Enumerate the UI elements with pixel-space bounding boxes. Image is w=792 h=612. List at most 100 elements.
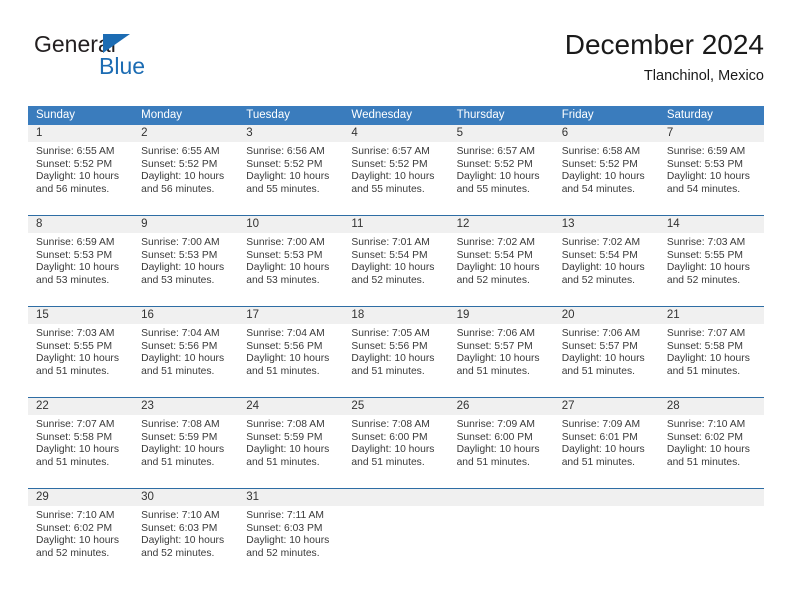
day-cell[interactable]: Sunrise: 6:59 AM Sunset: 5:53 PM Daylight:… [28,233,133,306]
day-cell[interactable]: Sunrise: 7:09 AM Sunset: 6:01 PM Daylight:… [554,415,659,488]
day-cell[interactable]: Sunrise: 7:10 AM Sunset: 6:02 PM Daylight:… [659,415,764,488]
logo-text-blue: Blue [99,53,146,79]
day-number[interactable]: 25 [343,398,448,415]
day-cell[interactable]: Sunrise: 7:11 AM Sunset: 6:03 PM Daylight:… [238,506,343,579]
day-daylight-text: and 55 minutes. [246,183,320,195]
day-number[interactable]: 5 [449,125,554,142]
day-number[interactable]: 7 [659,125,764,142]
day-number[interactable]: 17 [238,307,343,324]
day-number[interactable]: 24 [238,398,343,415]
day-cell[interactable]: Sunrise: 7:05 AM Sunset: 5:56 PM Daylight:… [343,324,448,397]
day-daylight-text: Daylight: 10 hours [561,444,645,456]
day-number[interactable]: 26 [449,398,554,415]
day-cell[interactable]: Sunrise: 7:02 AM Sunset: 5:54 PM Daylight:… [449,233,554,306]
weekday-header-wednesday: Wednesday [351,109,412,121]
day-daylight-text: Daylight: 10 hours [36,535,119,547]
day-number[interactable]: 18 [343,307,448,324]
day-cell[interactable]: Sunrise: 7:01 AM Sunset: 5:54 PM Daylight:… [343,233,448,306]
day-sunrise-text: Sunrise: 7:04 AM [246,328,325,339]
day-sunset-text: Sunset: 5:54 PM [351,249,428,261]
day-sunrise-text: Sunrise: 7:10 AM [36,510,115,521]
day-sunrise-text: Sunrise: 7:06 AM [561,328,641,339]
day-daylight-text: Daylight: 10 hours [561,262,645,274]
day-cell[interactable]: Sunrise: 7:08 AM Sunset: 5:59 PM Daylight:… [238,415,343,488]
day-daylight-text: Daylight: 10 hours [36,262,119,274]
day-sunrise-text: Sunrise: 6:56 AM [246,146,325,157]
day-daylight-text: Daylight: 10 hours [141,444,225,456]
day-daylight-text: Daylight: 10 hours [456,353,540,365]
day-number[interactable]: 16 [133,307,238,324]
general-blue-logo[interactable]: General Blue [34,32,254,92]
week-daynumber-row: 29 30 31 [28,488,764,506]
day-sunrise-text: Sunrise: 6:58 AM [561,146,641,157]
day-number[interactable]: 27 [554,398,659,415]
day-sunset-text: Sunset: 6:00 PM [456,431,533,443]
day-cell[interactable]: Sunrise: 7:07 AM Sunset: 5:58 PM Daylight:… [28,415,133,488]
day-cell[interactable]: Sunrise: 7:07 AM Sunset: 5:58 PM Daylight:… [659,324,764,397]
day-daylight-text: and 51 minutes. [666,456,741,468]
day-sunrise-text: Sunrise: 7:00 AM [141,237,220,248]
calendar-page: General Blue December 2024 Tlanchinol, M… [0,0,792,612]
day-number[interactable]: 30 [133,489,238,506]
day-daylight-text: Daylight: 10 hours [36,171,119,183]
day-cell[interactable]: Sunrise: 7:09 AM Sunset: 6:00 PM Daylight:… [449,415,554,488]
day-cell[interactable]: Sunrise: 7:00 AM Sunset: 5:53 PM Daylight:… [133,233,238,306]
day-number[interactable]: 29 [28,489,133,506]
day-cell[interactable]: Sunrise: 7:02 AM Sunset: 5:54 PM Daylight:… [554,233,659,306]
day-daylight-text: Daylight: 10 hours [351,444,435,456]
day-sunset-text: Sunset: 5:52 PM [141,158,218,170]
day-number[interactable]: 11 [343,216,448,233]
day-cell[interactable]: Sunrise: 7:00 AM Sunset: 5:53 PM Daylight:… [238,233,343,306]
day-number-empty [659,489,764,506]
day-sunrise-text: Sunrise: 7:07 AM [666,328,746,339]
day-cell[interactable]: Sunrise: 7:10 AM Sunset: 6:02 PM Daylight:… [28,506,133,579]
calendar-week-row: 8 9 10 11 12 13 14 Sunrise: 6:59 AM Sunset: 5:53… [28,215,764,306]
day-number[interactable]: 31 [238,489,343,506]
day-number[interactable]: 1 [28,125,133,142]
day-number[interactable]: 22 [28,398,133,415]
day-number[interactable]: 13 [554,216,659,233]
calendar-week-row: 29 30 31 Sunrise: 7:10 AM Sunset: 6:02 PM Day… [28,488,764,579]
week-detail-row: Sunrise: 7:07 AM Sunset: 5:58 PM Daylight:… [28,415,764,488]
weekday-header-thursday: Thursday [456,109,505,121]
day-number[interactable]: 8 [28,216,133,233]
day-number[interactable]: 20 [554,307,659,324]
day-cell[interactable]: Sunrise: 6:55 AM Sunset: 5:52 PM Daylight:… [133,142,238,215]
day-number[interactable]: 4 [343,125,448,142]
logo-triangle-icon [103,34,130,53]
day-cell[interactable]: Sunrise: 6:59 AM Sunset: 5:53 PM Daylight:… [659,142,764,215]
day-number[interactable]: 28 [659,398,764,415]
day-daylight-text: and 51 minutes. [456,456,530,468]
day-number[interactable]: 9 [133,216,238,233]
day-number[interactable]: 3 [238,125,343,142]
day-number[interactable]: 23 [133,398,238,415]
day-cell[interactable]: Sunrise: 7:04 AM Sunset: 5:56 PM Daylight:… [238,324,343,397]
day-number[interactable]: 21 [659,307,764,324]
day-cell[interactable]: Sunrise: 6:56 AM Sunset: 5:52 PM Daylight:… [238,142,343,215]
day-daylight-text: Daylight: 10 hours [141,171,225,183]
day-cell[interactable]: Sunrise: 7:06 AM Sunset: 5:57 PM Daylight:… [449,324,554,397]
day-cell[interactable]: Sunrise: 6:57 AM Sunset: 5:52 PM Daylight:… [449,142,554,215]
day-daylight-text: and 51 minutes. [246,365,320,377]
day-number[interactable]: 6 [554,125,659,142]
day-number[interactable]: 19 [449,307,554,324]
day-number[interactable]: 10 [238,216,343,233]
day-cell[interactable]: Sunrise: 7:06 AM Sunset: 5:57 PM Daylight:… [554,324,659,397]
day-number[interactable]: 14 [659,216,764,233]
day-cell[interactable]: Sunrise: 7:04 AM Sunset: 5:56 PM Daylight:… [133,324,238,397]
day-sunrise-text: Sunrise: 7:09 AM [561,419,641,430]
day-number[interactable]: 12 [449,216,554,233]
day-number[interactable]: 15 [28,307,133,324]
day-cell[interactable]: Sunrise: 7:10 AM Sunset: 6:03 PM Daylight:… [133,506,238,579]
day-cell[interactable]: Sunrise: 6:58 AM Sunset: 5:52 PM Daylight:… [554,142,659,215]
day-number-empty [449,489,554,506]
day-cell[interactable]: Sunrise: 7:08 AM Sunset: 6:00 PM Daylight:… [343,415,448,488]
weekday-header-sunday: Sunday [36,109,76,121]
day-cell[interactable]: Sunrise: 6:57 AM Sunset: 5:52 PM Daylight:… [343,142,448,215]
day-cell[interactable]: Sunrise: 6:55 AM Sunset: 5:52 PM Daylight:… [28,142,133,215]
day-number[interactable]: 2 [133,125,238,142]
day-cell[interactable]: Sunrise: 7:03 AM Sunset: 5:55 PM Daylight:… [659,233,764,306]
day-sunset-text: Sunset: 5:55 PM [36,340,113,352]
day-cell[interactable]: Sunrise: 7:08 AM Sunset: 5:59 PM Daylight:… [133,415,238,488]
day-cell[interactable]: Sunrise: 7:03 AM Sunset: 5:55 PM Daylight:… [28,324,133,397]
